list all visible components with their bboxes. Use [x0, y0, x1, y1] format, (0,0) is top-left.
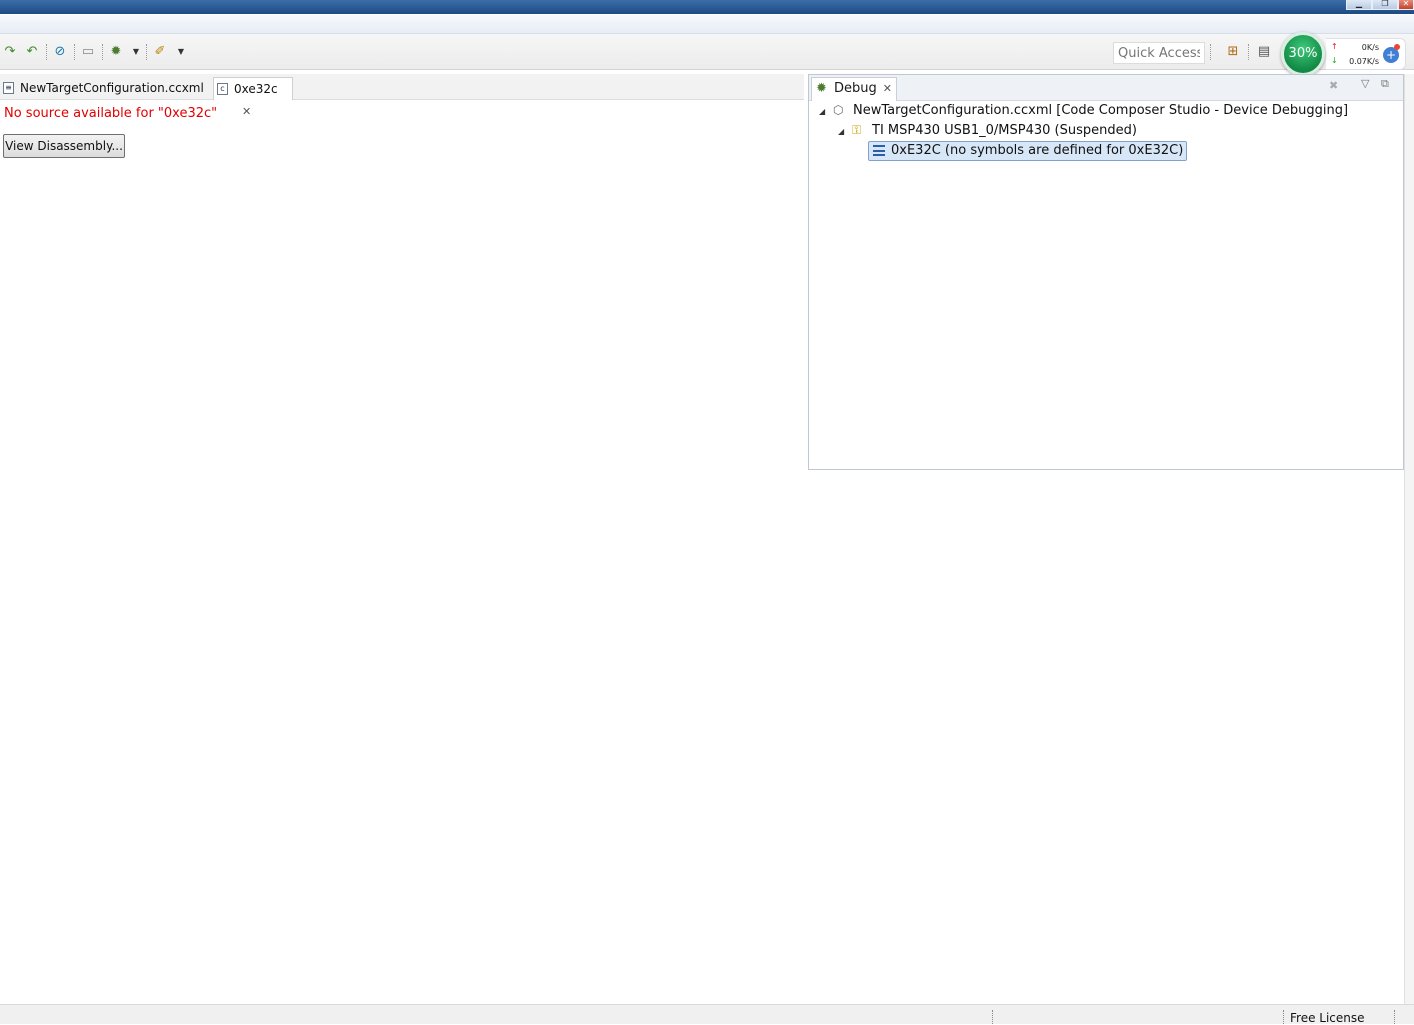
debug-dropdown-icon[interactable]: ▼	[128, 44, 144, 60]
close-window-icon[interactable]: ✕	[1398, 0, 1414, 10]
toolbar-separator	[74, 44, 75, 60]
quick-access-input[interactable]	[1113, 42, 1205, 64]
status-separator	[1394, 1010, 1395, 1024]
menu-bar	[0, 14, 1414, 34]
suspended-thread-icon: ⚿	[852, 123, 862, 137]
memory-progress-ball[interactable]: 30%	[1281, 32, 1325, 76]
launch-config-icon: ⬡	[833, 103, 844, 117]
editor-tab-bar: ≡ NewTargetConfiguration.ccxml c 0xe32c✕	[0, 74, 804, 118]
maximize-icon[interactable]: ❐	[1372, 0, 1398, 10]
debug-tab-label: Debug	[834, 81, 877, 96]
tab-label: NewTargetConfiguration.ccxml	[20, 81, 204, 95]
tree-item-label: 0xE32C (no symbols are defined for 0xE32…	[891, 143, 1184, 158]
tab-debug[interactable]: ✹ Debug ✕	[811, 77, 897, 101]
upload-speed: 0K/s	[1361, 43, 1379, 52]
debug-icon[interactable]: ✹	[108, 44, 124, 60]
download-speed: 0.07K/s	[1349, 57, 1379, 66]
connect-icon[interactable]: ⊘	[52, 44, 68, 60]
license-status: Free License	[1290, 1011, 1365, 1025]
notification-dot	[1394, 44, 1400, 50]
debug-bug-icon: ✹	[816, 81, 827, 96]
tab-label: 0xe32c	[234, 82, 278, 96]
step-return-icon[interactable]: ↶	[24, 44, 40, 60]
terminal-icon[interactable]: ▭	[80, 44, 96, 60]
network-speed-widget: ↑ 0K/s ↓ 0.07K/s +	[1326, 38, 1406, 70]
toolbar-separator	[46, 44, 47, 60]
close-tab-icon[interactable]: ✕	[883, 78, 892, 100]
no-source-message: No source available for "0xe32c"	[4, 106, 218, 121]
ccxml-file-icon: ≡	[3, 82, 14, 94]
expanded-icon[interactable]: ◢	[819, 107, 825, 116]
open-perspective-icon[interactable]: ⊞	[1225, 44, 1241, 60]
debug-view-header: ✹ Debug ✕ ✖ ▽ ⧉	[809, 75, 1403, 101]
run-dropdown-icon[interactable]: ▼	[173, 44, 189, 60]
progress-label: 30%	[1288, 46, 1318, 61]
tree-item-label: NewTargetConfiguration.ccxml [Code Compo…	[853, 103, 1349, 118]
status-separator	[1283, 1010, 1284, 1024]
tab-0xe32c[interactable]: c 0xe32c✕	[213, 77, 293, 118]
close-tab-icon[interactable]: ✕	[242, 101, 251, 123]
window-titlebar: ▁ ❐ ✕	[0, 0, 1414, 14]
perspective-icon[interactable]: ▤	[1256, 44, 1272, 60]
download-arrow-icon: ↓	[1331, 56, 1338, 65]
toolbar-separator	[1248, 44, 1249, 60]
tree-item-label: TI MSP430 USB1_0/MSP430 (Suspended)	[872, 123, 1137, 138]
status-bar: Free License	[0, 1004, 1414, 1025]
toolbar-separator	[146, 44, 147, 60]
c-file-icon: c	[217, 83, 228, 95]
tab-ccxml[interactable]: ≡ NewTargetConfiguration.ccxml	[0, 77, 210, 100]
upload-arrow-icon: ↑	[1331, 42, 1338, 51]
window-controls: ▁ ❐ ✕	[1346, 0, 1414, 10]
right-trim-bar	[1404, 74, 1414, 1004]
step-over-icon[interactable]: ↷	[2, 44, 18, 60]
toolbar-separator	[1210, 44, 1211, 60]
debug-view: ✹ Debug ✕ ✖ ▽ ⧉ ◢ ⬡ NewTargetConfigurati…	[808, 74, 1404, 470]
minimize-icon[interactable]: ▁	[1346, 0, 1372, 10]
status-separator	[992, 1010, 993, 1024]
tree-item-stack-frame[interactable]: 0xE32C (no symbols are defined for 0xE32…	[868, 141, 1188, 161]
maximize-view-icon[interactable]: ⧉	[1381, 77, 1389, 91]
toolbar-separator	[102, 44, 103, 60]
view-disassembly-button[interactable]: View Disassembly...	[3, 134, 125, 158]
run-icon[interactable]: ✐	[152, 44, 168, 60]
view-menu-icon[interactable]: ▽	[1361, 77, 1369, 90]
stack-frame-icon	[873, 145, 885, 156]
expanded-icon[interactable]: ◢	[838, 127, 844, 136]
remove-terminated-icon[interactable]: ✖	[1329, 79, 1338, 92]
